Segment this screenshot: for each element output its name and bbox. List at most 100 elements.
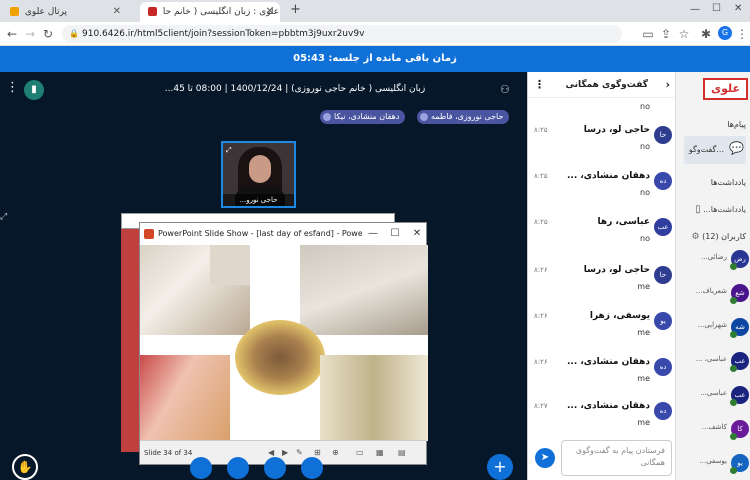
chat-message: عب عباسی، رها ۸:۲۵ no xyxy=(528,214,676,258)
message-text: me xyxy=(637,282,650,291)
user-name: کاشف... xyxy=(701,423,727,431)
user-item[interactable]: یو یوسفی... xyxy=(676,448,750,478)
send-message-button[interactable]: ➤ xyxy=(535,448,555,468)
powerpoint-titlebar: PowerPoint Slide Show - [last day of esf… xyxy=(140,223,426,245)
user-list-sidebar: علوی پیام‌ها 💬 گفت‌وگو... یادداشت‌ها یاد… xyxy=(675,72,750,480)
fullscreen-icon[interactable]: ⤢ xyxy=(226,146,232,155)
user-list-toggle-icon[interactable]: ⚇ xyxy=(500,83,510,96)
shared-notes-item[interactable]: یادداشت‌ها... ▯ xyxy=(695,204,746,215)
close-tab-icon[interactable]: ✕ xyxy=(266,2,274,22)
user-item[interactable]: رض رضائی... xyxy=(676,244,750,274)
address-input[interactable]: 🔒 910.6426.ir/html5client/join?sessionTo… xyxy=(62,25,622,43)
user-name: یوسفی... xyxy=(699,457,727,465)
browser-menu-icon[interactable]: ⋮ xyxy=(734,25,750,43)
logo: علوی xyxy=(703,78,748,100)
chat-options-icon[interactable]: ⋮ xyxy=(534,72,545,98)
forward-arrow-icon[interactable]: → xyxy=(22,25,38,43)
message-time: ۸:۲۵ xyxy=(534,126,548,134)
sender-name: دهقان منشادی، ... xyxy=(567,401,650,411)
user-name: رضائی... xyxy=(701,253,727,261)
chat-panel: ‹ گفت‌وگوی همگانی ⋮ no حا حاجی لو، درسا … xyxy=(527,72,676,480)
connection-status-icon[interactable]: ▮ xyxy=(24,80,44,100)
food-plate-photo xyxy=(235,320,325,395)
back-arrow-icon[interactable]: ← xyxy=(4,25,20,43)
actions-plus-button[interactable]: + xyxy=(487,454,513,480)
chat-message-input[interactable]: فرستادن پیام به گفت‌وگوی همگانی xyxy=(561,440,672,476)
chevron-left-icon[interactable]: ‹ xyxy=(665,72,670,98)
minimize-icon[interactable]: — xyxy=(362,223,384,245)
chat-message: ده دهقان منشادی، ... ۸:۲۵ no xyxy=(528,168,676,212)
profile-avatar[interactable]: G xyxy=(718,26,732,40)
talker-chip: دهقان منشادی، نیکا xyxy=(320,110,406,124)
avatar: ده xyxy=(654,358,672,376)
restore-icon[interactable]: ☐ xyxy=(384,223,406,245)
powerpoint-title: PowerPoint Slide Show - [last day of esf… xyxy=(158,229,386,238)
audio-button[interactable] xyxy=(190,457,212,479)
background-photo xyxy=(121,229,139,452)
message-time: ۸:۲۵ xyxy=(534,172,548,180)
settings-gear-icon[interactable]: ⚙ xyxy=(692,232,700,242)
public-chat-label: گفت‌وگو... xyxy=(688,145,724,154)
extensions-icon[interactable]: ✱ xyxy=(698,25,714,43)
message-time: ۸:۲۵ xyxy=(534,218,548,226)
raise-hand-button[interactable]: ✋ xyxy=(12,454,38,480)
share-screen-button[interactable] xyxy=(227,457,249,479)
close-tab-icon[interactable]: ✕ xyxy=(113,2,121,22)
tab-label: پرتال علوی xyxy=(24,7,68,17)
expand-icon[interactable]: ⤢ xyxy=(0,212,7,222)
talker-chip: حاجی نوروزی، فاطمه xyxy=(417,110,510,124)
video-button[interactable] xyxy=(264,457,286,479)
user-item[interactable]: کا کاشف... xyxy=(676,414,750,444)
talker-name: حاجی نوروزی، فاطمه xyxy=(431,112,504,121)
message-time: ۸:۲۶ xyxy=(534,358,548,366)
presentation-area: ⋮ ▮ زبان انگلیسی ( خانم حاجی نوروزی) | 1… xyxy=(0,72,527,480)
bookmark-star-icon[interactable]: ☆ xyxy=(676,25,692,43)
message-text: no xyxy=(640,234,650,243)
webcam-video[interactable]: ⤢ حاجی نورو... xyxy=(221,141,296,208)
online-status-icon xyxy=(730,399,737,406)
close-icon[interactable]: ✕ xyxy=(406,223,426,245)
maximize-window-icon[interactable]: ☐ xyxy=(712,3,721,14)
sender-name: یوسفی، زهرا xyxy=(589,311,650,321)
favicon-icon xyxy=(10,7,19,16)
chat-message: no xyxy=(528,98,676,120)
user-item[interactable]: شع شعرباف... xyxy=(676,278,750,308)
message-time: ۸:۲۷ xyxy=(534,402,548,410)
new-tab-button[interactable]: + xyxy=(290,2,301,17)
user-item[interactable]: شه شهرابی... xyxy=(676,312,750,342)
slide-sorter-icon[interactable]: ▦ xyxy=(376,441,384,465)
reading-view-icon[interactable]: ▤ xyxy=(398,441,406,465)
messages-heading: پیام‌ها xyxy=(727,120,746,129)
public-chat-item[interactable]: 💬 گفت‌وگو... xyxy=(684,136,746,164)
cast-icon[interactable]: ▭ xyxy=(640,25,656,43)
chat-message: یو یوسفی، زهرا ۸:۲۶ me xyxy=(528,308,676,352)
reload-icon[interactable]: ↻ xyxy=(40,25,56,43)
sender-name: دهقان منشادی، ... xyxy=(567,357,650,367)
notes-icon: ▯ xyxy=(695,204,701,215)
user-item[interactable]: عب عباسی... xyxy=(676,380,750,410)
options-menu-icon[interactable]: ⋮ xyxy=(6,80,19,95)
close-window-icon[interactable]: ✕ xyxy=(734,3,742,14)
zoom-icon[interactable]: ⊕ xyxy=(332,441,339,465)
tab-portal[interactable]: پرتال علوی ✕ xyxy=(2,2,127,22)
user-name: شهرابی... xyxy=(697,321,727,329)
chat-message: ده دهقان منشادی، ... ۸:۲۷ me xyxy=(528,398,676,442)
message-text: no xyxy=(640,142,650,151)
sender-name: دهقان منشادی، ... xyxy=(567,171,650,181)
online-status-icon xyxy=(730,365,737,372)
tab-class[interactable]: علوی : زبان انگلیسی ( خانم حا... ✕ xyxy=(140,2,280,22)
slide-content xyxy=(140,245,428,441)
user-item[interactable]: عب عباسی، ... xyxy=(676,346,750,376)
family-photo xyxy=(300,245,428,335)
message-time: ۸:۲۶ xyxy=(534,266,548,274)
share-icon[interactable]: ⇪ xyxy=(658,25,674,43)
normal-view-icon[interactable]: ▭ xyxy=(356,441,364,465)
microphone-button[interactable] xyxy=(301,457,323,479)
chat-title: گفت‌وگوی همگانی xyxy=(565,80,648,90)
chat-message: حا حاجی لو، درسا ۸:۲۵ no xyxy=(528,122,676,166)
message-text: me xyxy=(637,418,650,427)
avatar: عب xyxy=(654,218,672,236)
users-count-label: کاربران (12) xyxy=(702,232,746,241)
minimize-window-icon[interactable]: — xyxy=(690,4,700,15)
microphone-icon xyxy=(420,113,428,121)
